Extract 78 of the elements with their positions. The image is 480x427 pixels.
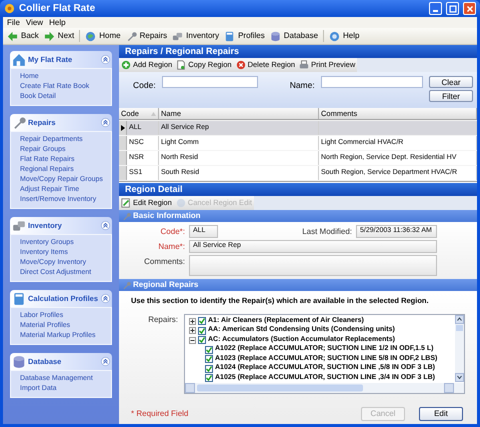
collapse-icon <box>101 55 110 64</box>
parts-icon <box>12 218 26 232</box>
expander-icon[interactable] <box>189 318 196 324</box>
parts-icon <box>172 30 184 42</box>
maximize-icon <box>448 4 458 14</box>
section-title: Repairs / Regional Repairs <box>125 44 240 58</box>
toolbar-button[interactable]: Next <box>44 29 74 43</box>
collapse-icon <box>101 294 110 303</box>
field-label: Code: <box>133 79 156 92</box>
field-label: Repairs: <box>147 314 178 326</box>
menu-item[interactable]: File <box>7 18 20 26</box>
checkbox[interactable] <box>205 374 213 382</box>
checkbox[interactable] <box>205 364 213 372</box>
calculator-icon <box>224 30 236 42</box>
section-title: Regional Repairs <box>133 279 198 291</box>
cancel-edit-icon <box>176 198 186 208</box>
maximize-button[interactable] <box>446 2 459 15</box>
toolbar-button[interactable]: Back <box>7 29 39 43</box>
filter-button[interactable]: Clear <box>429 76 473 88</box>
arrow-left-icon <box>7 30 18 42</box>
collapse-icon <box>101 357 110 366</box>
field-label: Name: <box>290 79 315 92</box>
menu-item[interactable]: Help <box>49 18 66 26</box>
close-icon <box>464 4 474 14</box>
printer-icon <box>299 60 310 70</box>
minimize-icon <box>433 10 438 12</box>
name-field[interactable] <box>320 76 423 88</box>
toolbar-button[interactable]: Home <box>85 29 121 43</box>
checkbox[interactable] <box>198 336 206 344</box>
globe-icon <box>85 30 96 42</box>
section-title: Region Detail <box>125 182 183 196</box>
collapse-icon <box>101 118 110 127</box>
close-button[interactable] <box>463 2 476 15</box>
section-title: Basic Information <box>133 210 201 222</box>
house-icon <box>12 52 26 66</box>
menu-item[interactable]: View <box>26 18 44 26</box>
field-label: Last Modified: <box>302 226 352 238</box>
window-title: Collier Flat Rate <box>19 2 96 16</box>
field-label: Comments: <box>143 256 185 268</box>
collapse-icon <box>101 221 110 230</box>
expander-icon[interactable] <box>189 336 196 344</box>
vertical-scrollbar <box>455 315 464 382</box>
pencil-icon <box>121 198 131 208</box>
wrench-icon <box>122 212 131 220</box>
plus-icon <box>190 318 195 324</box>
required-note: * Required Field <box>131 408 188 420</box>
field-label: Name*: <box>157 240 185 252</box>
app-icon <box>4 3 15 14</box>
toolbar-button[interactable]: Profiles <box>224 29 265 43</box>
wrench-icon <box>12 116 26 130</box>
minus-icon <box>190 338 195 342</box>
wrench-icon <box>122 280 131 290</box>
dialog-button[interactable]: Edit <box>419 407 463 421</box>
row-selector[interactable] <box>119 121 127 135</box>
document-icon <box>176 60 186 70</box>
help-icon <box>329 30 340 42</box>
plus-icon <box>121 60 131 70</box>
field-label: Code*: <box>160 226 185 238</box>
toolbar-button[interactable]: Help <box>329 29 360 43</box>
plus-icon <box>190 328 195 333</box>
database-icon <box>270 30 281 42</box>
expander-icon[interactable] <box>189 327 196 334</box>
checkbox[interactable] <box>198 317 206 325</box>
comments-field[interactable] <box>189 255 437 276</box>
toolbar-button[interactable]: Database <box>270 29 318 43</box>
database-icon <box>12 354 26 368</box>
code-field[interactable] <box>162 76 258 88</box>
arrow-right-icon <box>44 30 55 42</box>
checkbox[interactable] <box>198 326 206 334</box>
minimize-button[interactable] <box>429 2 442 15</box>
calculator-icon <box>12 292 26 306</box>
wrench-icon <box>126 30 137 42</box>
checkbox[interactable] <box>205 346 213 354</box>
toolbar-button[interactable]: Repairs <box>126 29 168 43</box>
toolbar-button[interactable]: Inventory <box>172 29 220 43</box>
checkbox[interactable] <box>205 355 213 363</box>
filter-button[interactable]: Filter <box>429 90 473 102</box>
delete-icon <box>236 60 246 70</box>
